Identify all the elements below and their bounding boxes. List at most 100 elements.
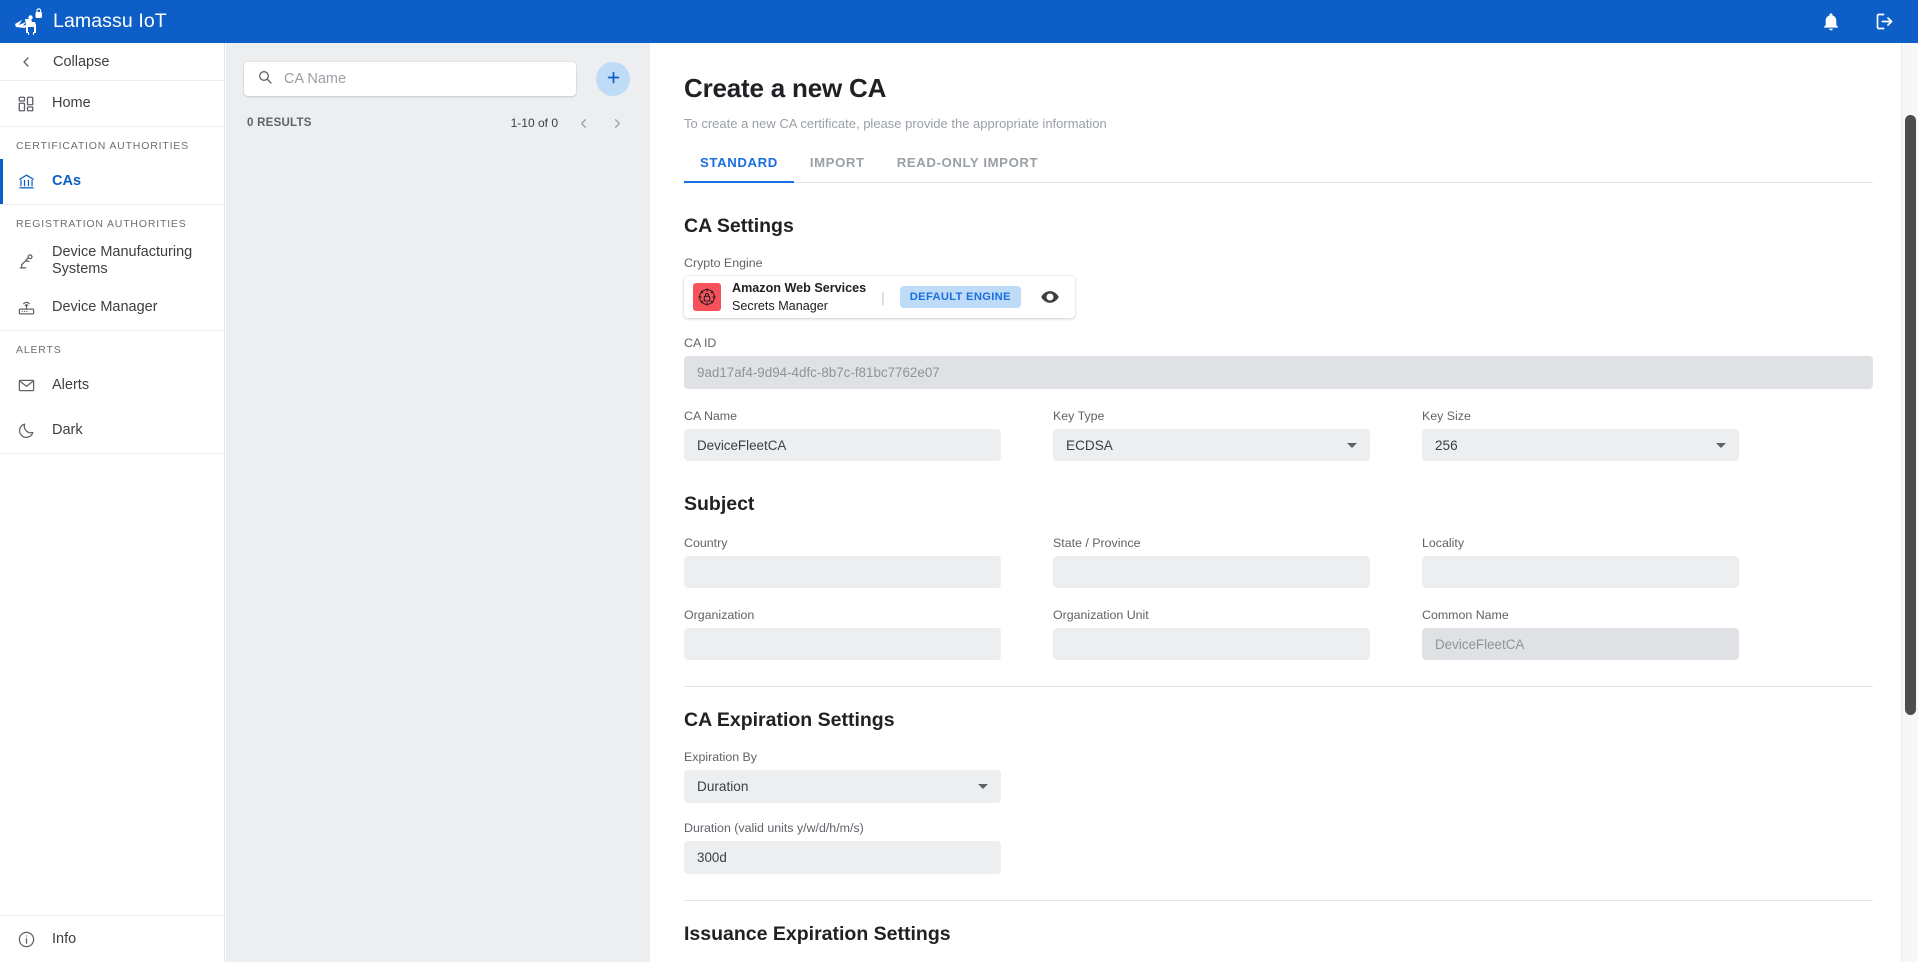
- sidebar-item-device-manufacturing-systems[interactable]: Device Manufacturing Systems: [0, 237, 224, 285]
- sidebar-item-alerts-label: Alerts: [52, 377, 89, 394]
- top-bar-actions: [1818, 9, 1918, 35]
- app-root: Lamassu IoT Collapse: [0, 0, 1918, 962]
- crypto-engine-name-line1: Amazon Web Services: [732, 281, 866, 295]
- subject-row-1: Country State / Province Locality: [684, 536, 1873, 588]
- chevron-left-icon: [16, 52, 36, 72]
- expiration-by-field: Expiration By Duration: [684, 750, 1001, 803]
- ca-list-panel: 0 RESULTS 1-10 of 0: [226, 43, 650, 962]
- subject-row-2: Organization Organization Unit Common Na…: [684, 608, 1873, 660]
- locality-input[interactable]: [1422, 556, 1739, 588]
- key-size-value: 256: [1435, 438, 1458, 453]
- organization-field: Organization: [684, 608, 1001, 660]
- sidebar-item-cas[interactable]: CAs: [0, 159, 224, 204]
- robot-arm-icon: [16, 251, 36, 271]
- sidebar-collapse-label: Collapse: [53, 54, 109, 70]
- envelope-icon: [16, 376, 36, 396]
- state-province-field: State / Province: [1053, 536, 1370, 588]
- sidebar-item-info-label: Info: [52, 931, 76, 947]
- section-ca-settings-title: CA Settings: [684, 215, 1873, 238]
- chevron-down-icon: [1347, 443, 1357, 448]
- key-size-label: Key Size: [1422, 409, 1739, 423]
- sidebar-item-dark-label: Dark: [52, 422, 83, 439]
- sidebar-item-device-manager[interactable]: Device Manager: [0, 285, 224, 330]
- results-count: 0 RESULTS: [247, 117, 312, 129]
- brand-title: Lamassu IoT: [53, 10, 167, 33]
- bell-icon[interactable]: [1818, 9, 1844, 35]
- expiration-by-label: Expiration By: [684, 750, 1001, 764]
- section-issuance-expiration-title: Issuance Expiration Settings: [684, 923, 1873, 946]
- add-ca-button[interactable]: [596, 62, 630, 96]
- key-size-select[interactable]: 256: [1422, 429, 1739, 461]
- bank-institution-icon: [16, 172, 36, 192]
- country-field: Country: [684, 536, 1001, 588]
- duration-label: Duration (valid units y/w/d/h/m/s): [684, 821, 1001, 835]
- organization-label: Organization: [684, 608, 1001, 622]
- common-name-input[interactable]: [1422, 628, 1739, 660]
- moon-icon: [16, 421, 36, 441]
- sidebar-spacer: [0, 454, 224, 915]
- sidebar-item-cas-label: CAs: [52, 173, 81, 190]
- ca-search-box[interactable]: [244, 62, 576, 96]
- ca-name-field: CA Name: [684, 409, 1001, 461]
- crypto-engine-name: Amazon Web Services Secrets Manager: [732, 279, 866, 315]
- section-subject-title: Subject: [684, 493, 1873, 516]
- search-icon: [257, 69, 273, 90]
- locality-label: Locality: [1422, 536, 1739, 550]
- sidebar-item-info[interactable]: Info: [0, 915, 224, 962]
- lamassu-winged-bull-lock-icon: [14, 8, 44, 36]
- crypto-engine-name-line2: Secrets Manager: [732, 299, 828, 313]
- organization-input[interactable]: [684, 628, 1001, 660]
- eye-icon[interactable]: [1040, 287, 1066, 307]
- sidebar-item-home-label: Home: [52, 95, 91, 112]
- sidebar-item-dark-mode[interactable]: Dark: [0, 408, 224, 453]
- search-input[interactable]: [284, 71, 563, 87]
- organization-unit-field: Organization Unit: [1053, 608, 1370, 660]
- form-tabs: STANDARD IMPORT READ-ONLY IMPORT: [684, 155, 1873, 183]
- logout-icon[interactable]: [1871, 9, 1897, 35]
- key-type-value: ECDSA: [1066, 438, 1113, 453]
- page-scrollbar-track[interactable]: [1901, 43, 1918, 962]
- state-province-input[interactable]: [1053, 556, 1370, 588]
- duration-input[interactable]: [684, 841, 1001, 874]
- tab-import[interactable]: IMPORT: [794, 155, 881, 182]
- results-row: 0 RESULTS 1-10 of 0: [226, 96, 650, 132]
- ca-name-key-row: CA Name Key Type ECDSA Key Size 256: [684, 409, 1873, 461]
- brand[interactable]: Lamassu IoT: [0, 8, 167, 36]
- expiration-by-value: Duration: [697, 779, 748, 794]
- tab-read-only-import[interactable]: READ-ONLY IMPORT: [881, 155, 1055, 182]
- organization-unit-input[interactable]: [1053, 628, 1370, 660]
- crypto-engine-card[interactable]: Amazon Web Services Secrets Manager | DE…: [684, 276, 1075, 318]
- ca-name-label: CA Name: [684, 409, 1001, 423]
- router-device-icon: [16, 298, 36, 318]
- crypto-engine-label: Crypto Engine: [684, 256, 1873, 270]
- pagination-next-icon[interactable]: [608, 114, 626, 132]
- create-ca-form: Create a new CA To create a new CA certi…: [651, 43, 1918, 962]
- divider-ca-expiration: [684, 900, 1873, 901]
- sidebar-section-alerts: ALERTS Alerts Dark: [0, 331, 224, 454]
- key-type-select[interactable]: ECDSA: [1053, 429, 1370, 461]
- crypto-engine-divider: |: [881, 289, 885, 305]
- expiration-by-select[interactable]: Duration: [684, 770, 1001, 803]
- pagination-prev-icon[interactable]: [574, 114, 592, 132]
- ca-id-field: CA ID: [684, 336, 1873, 389]
- sidebar-section-registration-authorities: REGISTRATION AUTHORITIES Device Manufact…: [0, 205, 224, 331]
- locality-field: Locality: [1422, 536, 1739, 588]
- ca-id-input[interactable]: [684, 356, 1873, 389]
- sidebar-item-alerts[interactable]: Alerts: [0, 363, 224, 408]
- main-content: Create a new CA To create a new CA certi…: [651, 43, 1918, 962]
- sidebar-home-group: Home: [0, 81, 224, 127]
- key-type-field: Key Type ECDSA: [1053, 409, 1370, 461]
- aws-secrets-manager-lock-icon: [693, 283, 721, 311]
- search-row: [226, 43, 650, 96]
- sidebar-section-certification-authorities: CERTIFICATION AUTHORITIES CAs: [0, 127, 224, 205]
- page-scrollbar-thumb[interactable]: [1905, 115, 1916, 715]
- page-title: Create a new CA: [684, 73, 1873, 104]
- tab-standard[interactable]: STANDARD: [684, 155, 794, 182]
- sidebar-item-home[interactable]: Home: [0, 81, 224, 126]
- ca-name-input[interactable]: [684, 429, 1001, 461]
- sidebar-caption-certification-authorities: CERTIFICATION AUTHORITIES: [0, 127, 224, 159]
- country-input[interactable]: [684, 556, 1001, 588]
- key-size-field: Key Size 256: [1422, 409, 1739, 461]
- sidebar-collapse-button[interactable]: Collapse: [0, 43, 224, 81]
- organization-unit-label: Organization Unit: [1053, 608, 1370, 622]
